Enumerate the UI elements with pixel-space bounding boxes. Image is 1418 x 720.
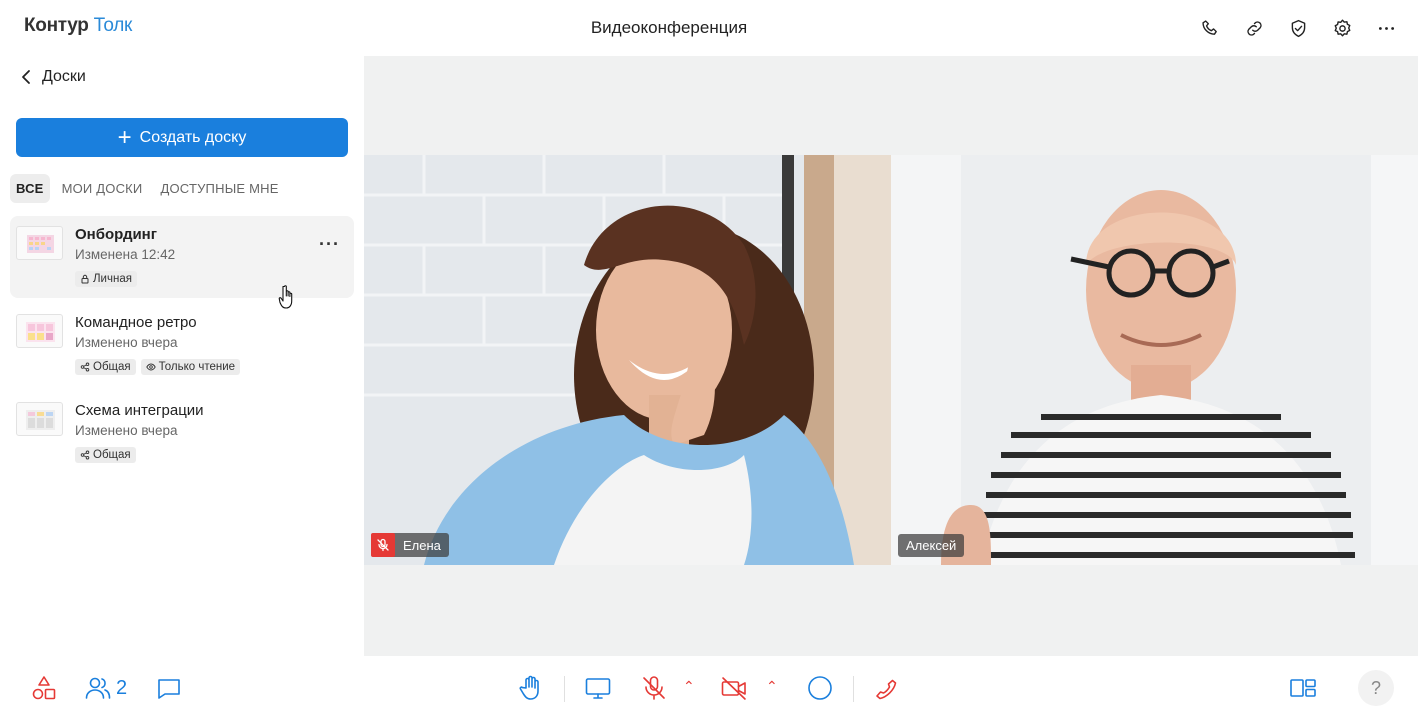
badge-label: Личная — [93, 273, 132, 285]
board-more-button[interactable]: ··· — [319, 234, 340, 255]
participant-name: Алексей — [906, 538, 957, 553]
video-stage: Елена Алексей — [364, 56, 1418, 656]
shield-check-icon[interactable] — [1284, 14, 1312, 42]
badge-shared: Общая — [75, 359, 136, 375]
participant-nametag: Елена — [371, 533, 449, 557]
board-modified: Изменено вчера — [75, 423, 178, 438]
participant-nametag: Алексей — [898, 534, 965, 557]
badge-shared: Общая — [75, 447, 136, 463]
board-item-team-retro[interactable]: Командное ретро Изменено вчера Общая Тол… — [10, 304, 354, 386]
help-button[interactable]: ? — [1358, 670, 1394, 706]
board-thumbnail — [16, 314, 63, 348]
divider — [564, 676, 565, 702]
board-badges: Общая — [75, 447, 136, 463]
board-modified: Изменено вчера — [75, 335, 178, 350]
raise-hand-icon[interactable] — [517, 674, 545, 702]
layout-icon[interactable] — [1289, 674, 1317, 702]
camera-off-icon[interactable] — [720, 674, 748, 702]
chevron-left-icon — [22, 70, 30, 84]
hand-pointer-cursor-icon — [278, 285, 293, 309]
chat-icon[interactable] — [155, 674, 183, 702]
board-name: Онбординг — [75, 226, 157, 243]
board-badges: Общая Только чтение — [75, 359, 241, 375]
hang-up-icon[interactable] — [873, 674, 901, 702]
participants-count: 2 — [116, 676, 128, 699]
back-label: Доски — [42, 68, 86, 85]
video-tile-elena[interactable]: Елена — [364, 155, 891, 565]
board-item-onboarding[interactable]: Онбординг Изменена 12:42 Личная ··· — [10, 216, 354, 298]
board-name: Командное ретро — [75, 314, 197, 331]
board-thumbnail — [16, 226, 63, 260]
lock-icon — [81, 274, 89, 284]
link-icon[interactable] — [1240, 14, 1268, 42]
badge-private: Личная — [75, 271, 137, 287]
board-badges: Личная — [75, 271, 137, 287]
badge-label: Общая — [93, 449, 131, 461]
mic-options-chevron-icon[interactable]: ⌃ — [683, 678, 695, 695]
gear-icon[interactable] — [1328, 14, 1356, 42]
participant-name: Елена — [403, 537, 441, 553]
boards-sidebar: Доски + Создать доску ВСЕ МОИ ДОСКИ ДОСТ… — [0, 56, 364, 656]
participants-button[interactable]: 2 — [84, 674, 127, 702]
call-controls-bar: 2 ⌃ ⌃ ? — [0, 656, 1418, 720]
screen-share-icon[interactable] — [584, 674, 612, 702]
create-board-button[interactable]: + Создать доску — [16, 118, 348, 157]
back-button[interactable]: Доски — [20, 68, 86, 86]
participant-video-image — [364, 155, 891, 565]
phone-icon[interactable] — [1196, 14, 1224, 42]
plus-icon: + — [117, 123, 132, 151]
board-item-integration-scheme[interactable]: Схема интеграции Изменено вчера Общая — [10, 392, 354, 474]
board-tabs: ВСЕ МОИ ДОСКИ ДОСТУПНЫЕ МНЕ — [10, 174, 285, 203]
mic-off-icon[interactable] — [640, 674, 668, 702]
create-board-label: Создать доску — [139, 128, 247, 146]
shapes-icon[interactable] — [30, 674, 58, 702]
more-horizontal-icon[interactable] — [1372, 14, 1400, 42]
tab-shared-with-me[interactable]: ДОСТУПНЫЕ МНЕ — [154, 174, 284, 203]
top-bar: Контур Толк Видеоконференция — [0, 0, 1418, 56]
top-actions — [1196, 14, 1400, 42]
share-icon — [80, 450, 90, 460]
divider — [853, 676, 854, 702]
users-icon — [85, 677, 111, 699]
board-name: Схема интеграции — [75, 402, 204, 419]
camera-options-chevron-icon[interactable]: ⌃ — [766, 678, 778, 695]
tab-my-boards[interactable]: МОИ ДОСКИ — [56, 174, 149, 203]
share-icon — [80, 362, 90, 372]
tab-all[interactable]: ВСЕ — [10, 174, 50, 203]
mic-off-icon — [371, 533, 395, 557]
eye-icon — [145, 363, 156, 371]
board-thumbnail — [16, 402, 63, 436]
record-icon[interactable] — [806, 674, 834, 702]
participant-video-image — [891, 155, 1418, 565]
video-tile-aleksey[interactable]: Алексей — [891, 155, 1418, 565]
badge-label: Только чтение — [158, 361, 236, 373]
page-title: Видеоконференция — [590, 18, 748, 37]
badge-read-only: Только чтение — [140, 359, 241, 375]
board-modified: Изменена 12:42 — [75, 247, 176, 262]
badge-label: Общая — [93, 361, 131, 373]
board-list: Онбординг Изменена 12:42 Личная ··· Кома… — [10, 216, 354, 480]
